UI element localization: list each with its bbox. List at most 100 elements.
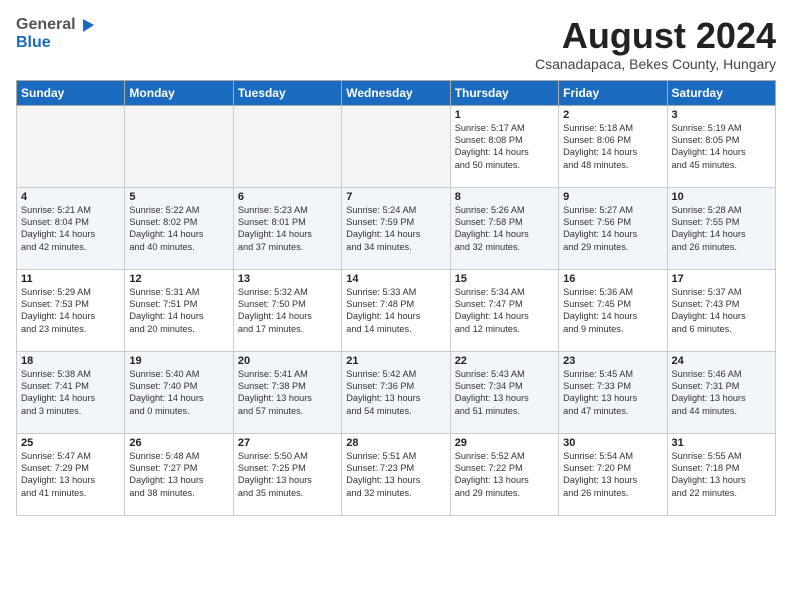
day-number: 31 (672, 437, 771, 449)
calendar-week-row: 4Sunrise: 5:21 AM Sunset: 8:04 PM Daylig… (17, 187, 776, 269)
day-info: Sunrise: 5:21 AM Sunset: 8:04 PM Dayligh… (21, 204, 120, 254)
day-info: Sunrise: 5:22 AM Sunset: 8:02 PM Dayligh… (129, 204, 228, 254)
table-row: 7Sunrise: 5:24 AM Sunset: 7:59 PM Daylig… (342, 187, 450, 269)
table-row: 21Sunrise: 5:42 AM Sunset: 7:36 PM Dayli… (342, 351, 450, 433)
day-number: 24 (672, 355, 771, 367)
table-row (342, 105, 450, 187)
day-number: 13 (238, 273, 337, 285)
table-row: 27Sunrise: 5:50 AM Sunset: 7:25 PM Dayli… (233, 433, 341, 515)
day-info: Sunrise: 5:29 AM Sunset: 7:53 PM Dayligh… (21, 286, 120, 336)
table-row: 6Sunrise: 5:23 AM Sunset: 8:01 PM Daylig… (233, 187, 341, 269)
calendar-week-row: 25Sunrise: 5:47 AM Sunset: 7:29 PM Dayli… (17, 433, 776, 515)
logo-general-text: General (16, 16, 76, 34)
table-row: 26Sunrise: 5:48 AM Sunset: 7:27 PM Dayli… (125, 433, 233, 515)
calendar-header-row: Sunday Monday Tuesday Wednesday Thursday… (17, 80, 776, 105)
day-info: Sunrise: 5:33 AM Sunset: 7:48 PM Dayligh… (346, 286, 445, 336)
day-info: Sunrise: 5:18 AM Sunset: 8:06 PM Dayligh… (563, 122, 662, 172)
day-info: Sunrise: 5:42 AM Sunset: 7:36 PM Dayligh… (346, 368, 445, 418)
day-info: Sunrise: 5:50 AM Sunset: 7:25 PM Dayligh… (238, 450, 337, 500)
table-row: 11Sunrise: 5:29 AM Sunset: 7:53 PM Dayli… (17, 269, 125, 351)
table-row: 9Sunrise: 5:27 AM Sunset: 7:56 PM Daylig… (559, 187, 667, 269)
calendar-week-row: 1Sunrise: 5:17 AM Sunset: 8:08 PM Daylig… (17, 105, 776, 187)
page: General Blue August 2024 Csanadapaca, Be… (0, 0, 792, 612)
day-number: 23 (563, 355, 662, 367)
day-info: Sunrise: 5:55 AM Sunset: 7:18 PM Dayligh… (672, 450, 771, 500)
day-info: Sunrise: 5:52 AM Sunset: 7:22 PM Dayligh… (455, 450, 554, 500)
day-info: Sunrise: 5:36 AM Sunset: 7:45 PM Dayligh… (563, 286, 662, 336)
table-row: 8Sunrise: 5:26 AM Sunset: 7:58 PM Daylig… (450, 187, 558, 269)
calendar: Sunday Monday Tuesday Wednesday Thursday… (16, 80, 776, 516)
day-number: 20 (238, 355, 337, 367)
col-tuesday: Tuesday (233, 80, 341, 105)
day-number: 17 (672, 273, 771, 285)
col-wednesday: Wednesday (342, 80, 450, 105)
table-row: 3Sunrise: 5:19 AM Sunset: 8:05 PM Daylig… (667, 105, 775, 187)
day-number: 18 (21, 355, 120, 367)
day-number: 4 (21, 191, 120, 203)
day-info: Sunrise: 5:37 AM Sunset: 7:43 PM Dayligh… (672, 286, 771, 336)
day-info: Sunrise: 5:34 AM Sunset: 7:47 PM Dayligh… (455, 286, 554, 336)
table-row: 17Sunrise: 5:37 AM Sunset: 7:43 PM Dayli… (667, 269, 775, 351)
table-row: 18Sunrise: 5:38 AM Sunset: 7:41 PM Dayli… (17, 351, 125, 433)
day-info: Sunrise: 5:24 AM Sunset: 7:59 PM Dayligh… (346, 204, 445, 254)
day-info: Sunrise: 5:27 AM Sunset: 7:56 PM Dayligh… (563, 204, 662, 254)
day-number: 6 (238, 191, 337, 203)
day-info: Sunrise: 5:43 AM Sunset: 7:34 PM Dayligh… (455, 368, 554, 418)
logo-blue-text: Blue (16, 34, 51, 51)
location: Csanadapaca, Bekes County, Hungary (535, 56, 776, 72)
day-info: Sunrise: 5:28 AM Sunset: 7:55 PM Dayligh… (672, 204, 771, 254)
day-number: 21 (346, 355, 445, 367)
table-row: 4Sunrise: 5:21 AM Sunset: 8:04 PM Daylig… (17, 187, 125, 269)
day-number: 9 (563, 191, 662, 203)
table-row: 31Sunrise: 5:55 AM Sunset: 7:18 PM Dayli… (667, 433, 775, 515)
calendar-week-row: 18Sunrise: 5:38 AM Sunset: 7:41 PM Dayli… (17, 351, 776, 433)
table-row: 22Sunrise: 5:43 AM Sunset: 7:34 PM Dayli… (450, 351, 558, 433)
table-row: 5Sunrise: 5:22 AM Sunset: 8:02 PM Daylig… (125, 187, 233, 269)
table-row (17, 105, 125, 187)
day-info: Sunrise: 5:41 AM Sunset: 7:38 PM Dayligh… (238, 368, 337, 418)
table-row: 2Sunrise: 5:18 AM Sunset: 8:06 PM Daylig… (559, 105, 667, 187)
day-number: 2 (563, 109, 662, 121)
day-info: Sunrise: 5:47 AM Sunset: 7:29 PM Dayligh… (21, 450, 120, 500)
day-number: 7 (346, 191, 445, 203)
table-row: 23Sunrise: 5:45 AM Sunset: 7:33 PM Dayli… (559, 351, 667, 433)
day-number: 11 (21, 273, 120, 285)
logo-triangle-icon (78, 16, 96, 34)
table-row: 13Sunrise: 5:32 AM Sunset: 7:50 PM Dayli… (233, 269, 341, 351)
day-info: Sunrise: 5:45 AM Sunset: 7:33 PM Dayligh… (563, 368, 662, 418)
table-row: 14Sunrise: 5:33 AM Sunset: 7:48 PM Dayli… (342, 269, 450, 351)
day-number: 3 (672, 109, 771, 121)
day-info: Sunrise: 5:40 AM Sunset: 7:40 PM Dayligh… (129, 368, 228, 418)
logo: General Blue (16, 16, 96, 52)
table-row: 10Sunrise: 5:28 AM Sunset: 7:55 PM Dayli… (667, 187, 775, 269)
table-row: 16Sunrise: 5:36 AM Sunset: 7:45 PM Dayli… (559, 269, 667, 351)
day-info: Sunrise: 5:17 AM Sunset: 8:08 PM Dayligh… (455, 122, 554, 172)
table-row: 28Sunrise: 5:51 AM Sunset: 7:23 PM Dayli… (342, 433, 450, 515)
col-monday: Monday (125, 80, 233, 105)
day-number: 5 (129, 191, 228, 203)
day-number: 27 (238, 437, 337, 449)
day-number: 8 (455, 191, 554, 203)
day-number: 29 (455, 437, 554, 449)
day-number: 16 (563, 273, 662, 285)
day-info: Sunrise: 5:38 AM Sunset: 7:41 PM Dayligh… (21, 368, 120, 418)
day-number: 10 (672, 191, 771, 203)
table-row: 1Sunrise: 5:17 AM Sunset: 8:08 PM Daylig… (450, 105, 558, 187)
day-info: Sunrise: 5:54 AM Sunset: 7:20 PM Dayligh… (563, 450, 662, 500)
day-info: Sunrise: 5:46 AM Sunset: 7:31 PM Dayligh… (672, 368, 771, 418)
title-block: August 2024 Csanadapaca, Bekes County, H… (535, 16, 776, 72)
day-info: Sunrise: 5:48 AM Sunset: 7:27 PM Dayligh… (129, 450, 228, 500)
day-number: 1 (455, 109, 554, 121)
col-saturday: Saturday (667, 80, 775, 105)
day-number: 12 (129, 273, 228, 285)
table-row: 20Sunrise: 5:41 AM Sunset: 7:38 PM Dayli… (233, 351, 341, 433)
table-row: 30Sunrise: 5:54 AM Sunset: 7:20 PM Dayli… (559, 433, 667, 515)
table-row: 29Sunrise: 5:52 AM Sunset: 7:22 PM Dayli… (450, 433, 558, 515)
table-row (233, 105, 341, 187)
day-info: Sunrise: 5:32 AM Sunset: 7:50 PM Dayligh… (238, 286, 337, 336)
day-info: Sunrise: 5:23 AM Sunset: 8:01 PM Dayligh… (238, 204, 337, 254)
day-info: Sunrise: 5:51 AM Sunset: 7:23 PM Dayligh… (346, 450, 445, 500)
col-thursday: Thursday (450, 80, 558, 105)
header: General Blue August 2024 Csanadapaca, Be… (16, 16, 776, 72)
table-row: 12Sunrise: 5:31 AM Sunset: 7:51 PM Dayli… (125, 269, 233, 351)
